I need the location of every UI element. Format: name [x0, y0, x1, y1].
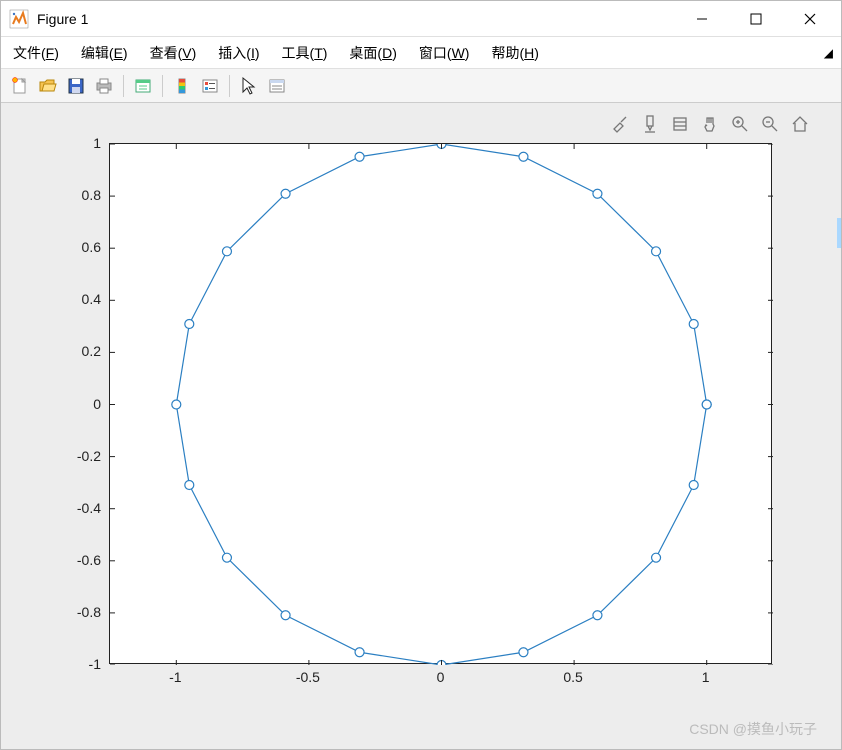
xtick-label: -0.5	[296, 669, 320, 685]
minimize-button[interactable]	[675, 1, 729, 36]
menu-help[interactable]: 帮助(H)	[487, 41, 542, 65]
scroll-hint	[837, 218, 841, 248]
open-button[interactable]	[35, 73, 61, 99]
ytick-label: -1	[61, 656, 101, 672]
colorbar-button[interactable]	[169, 73, 195, 99]
close-button[interactable]	[783, 1, 837, 36]
menu-window[interactable]: 窗口(W)	[415, 41, 474, 65]
menu-tools[interactable]: 工具(T)	[278, 41, 332, 65]
maximize-button[interactable]	[729, 1, 783, 36]
menu-file[interactable]: 文件(F)	[9, 41, 63, 65]
menu-view[interactable]: 查看(V)	[146, 41, 201, 65]
menu-desktop[interactable]: 桌面(D)	[345, 41, 400, 65]
menu-edit[interactable]: 编辑(E)	[77, 41, 132, 65]
expand-toolbar-icon[interactable]: ◢	[824, 46, 833, 60]
pan-icon[interactable]	[699, 113, 721, 135]
menubar: 文件(F) 编辑(E) 查看(V) 插入(I) 工具(T) 桌面(D) 窗口(W…	[1, 37, 841, 69]
save-button[interactable]	[63, 73, 89, 99]
zoom-out-icon[interactable]	[759, 113, 781, 135]
property-inspector-button[interactable]	[264, 73, 290, 99]
ytick-label: -0.6	[61, 552, 101, 568]
axes[interactable]	[109, 143, 772, 664]
ytick-label: -0.2	[61, 448, 101, 464]
titlebar: Figure 1	[1, 1, 841, 37]
link-button[interactable]	[130, 73, 156, 99]
edit-plot-button[interactable]	[236, 73, 262, 99]
figure-canvas[interactable]: -1 -0.8 -0.6 -0.4 -0.2 0 0.2 0.4 0.6 0.8 1 -1 -0.5 0 0…	[1, 103, 841, 749]
print-button[interactable]	[91, 73, 117, 99]
new-figure-button[interactable]	[7, 73, 33, 99]
ytick-label: 0	[61, 396, 101, 412]
legend-button[interactable]	[197, 73, 223, 99]
ytick-label: -0.4	[61, 500, 101, 516]
zoom-in-icon[interactable]	[729, 113, 751, 135]
brush-icon[interactable]	[609, 113, 631, 135]
rotate-icon[interactable]	[669, 113, 691, 135]
window-title: Figure 1	[37, 11, 675, 27]
xtick-label: 0	[437, 669, 445, 685]
ytick-label: 0.4	[61, 291, 101, 307]
separator	[229, 75, 230, 97]
separator	[162, 75, 163, 97]
ytick-label: 0.6	[61, 239, 101, 255]
watermark: CSDN @摸鱼小玩子	[689, 719, 817, 739]
matlab-figure-icon	[9, 9, 29, 29]
menu-insert[interactable]: 插入(I)	[214, 41, 263, 65]
xtick-label: 0.5	[563, 669, 582, 685]
home-icon[interactable]	[789, 113, 811, 135]
ytick-label: 1	[61, 135, 101, 151]
toolbar	[1, 69, 841, 103]
separator	[123, 75, 124, 97]
axes-toolbar	[609, 113, 811, 135]
plot-svg	[110, 144, 773, 665]
xtick-label: 1	[702, 669, 710, 685]
ytick-label: 0.8	[61, 187, 101, 203]
ytick-label: 0.2	[61, 343, 101, 359]
datatip-icon[interactable]	[639, 113, 661, 135]
xtick-label: -1	[169, 669, 181, 685]
ytick-label: -0.8	[61, 604, 101, 620]
